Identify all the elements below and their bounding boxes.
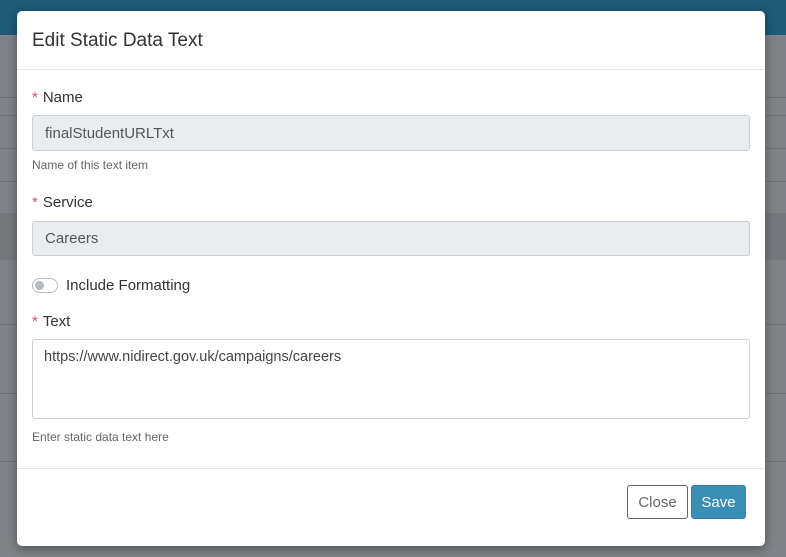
service-label: * Service bbox=[32, 193, 750, 211]
toggle-knob bbox=[35, 280, 44, 290]
name-field-value: finalStudentURLTxt bbox=[45, 124, 174, 142]
dialog-header: Edit Static Data Text bbox=[17, 11, 765, 70]
name-label-text: Name bbox=[42, 88, 83, 106]
name-help-text: Name of this text item bbox=[32, 158, 149, 172]
service-field-value: Careers bbox=[45, 230, 99, 247]
dialog-body: * Name finalStudentURLTxt Name of this t… bbox=[17, 70, 765, 444]
include-formatting-toggle[interactable] bbox=[32, 277, 58, 293]
service-field[interactable]: Careers bbox=[32, 221, 750, 256]
required-marker: * bbox=[32, 193, 38, 211]
dialog-footer: Close Save bbox=[17, 468, 765, 546]
text-textarea[interactable]: https://www.nidirect.gov.uk/campaigns/ca… bbox=[32, 339, 750, 419]
text-label: * Text bbox=[32, 312, 750, 330]
required-marker: * bbox=[32, 312, 38, 330]
name-label: * Name bbox=[32, 88, 750, 106]
edit-static-data-text-dialog: Edit Static Data Text * Name finalStuden… bbox=[17, 11, 765, 546]
include-formatting-row: Include Formatting bbox=[32, 275, 750, 295]
required-marker: * bbox=[32, 88, 38, 106]
close-button[interactable]: Close bbox=[627, 485, 688, 519]
name-field[interactable]: finalStudentURLTxt bbox=[32, 115, 750, 151]
save-button[interactable]: Save bbox=[691, 485, 746, 519]
text-help-text: Enter static data text here bbox=[32, 430, 169, 444]
dialog-title: Edit Static Data Text bbox=[32, 30, 203, 51]
service-label-text: Service bbox=[42, 193, 93, 211]
text-label-text: Text bbox=[42, 312, 71, 330]
include-formatting-label[interactable]: Include Formatting bbox=[66, 277, 190, 294]
